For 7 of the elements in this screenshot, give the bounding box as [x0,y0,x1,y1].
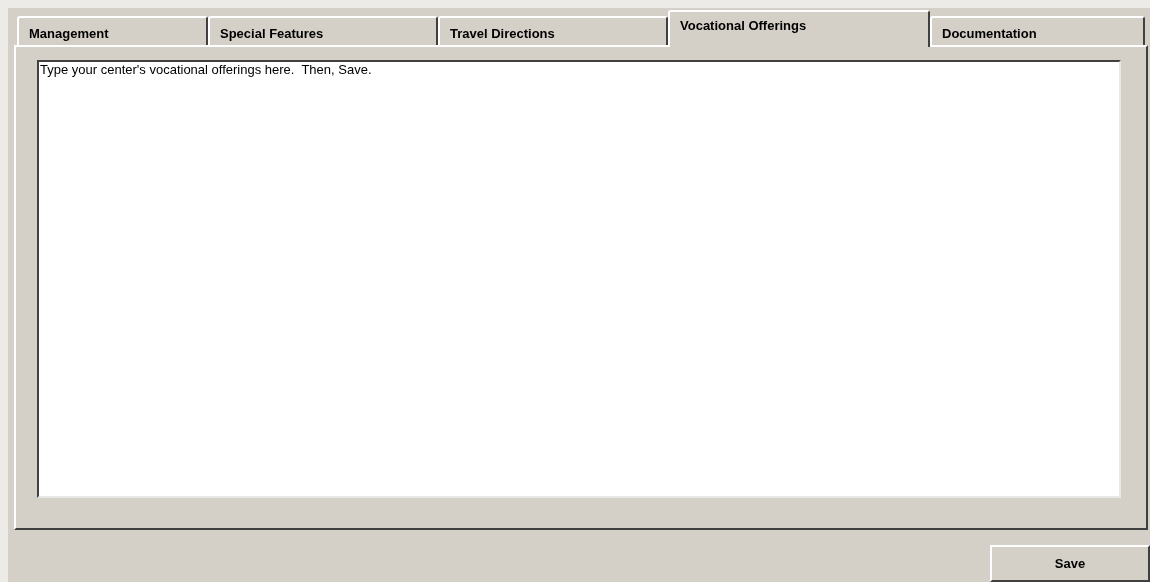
tab[interactable]: Management [17,16,208,45]
tab[interactable]: Vocational Offerings [668,10,930,47]
tab[interactable]: Documentation [930,16,1145,45]
tab[interactable]: Travel Directions [438,16,668,45]
text-area[interactable]: Type your center's vocational offerings here. Then, Save. [37,60,1121,498]
tab[interactable]: Special Features [208,16,438,45]
save-button[interactable]: Save [990,545,1150,582]
